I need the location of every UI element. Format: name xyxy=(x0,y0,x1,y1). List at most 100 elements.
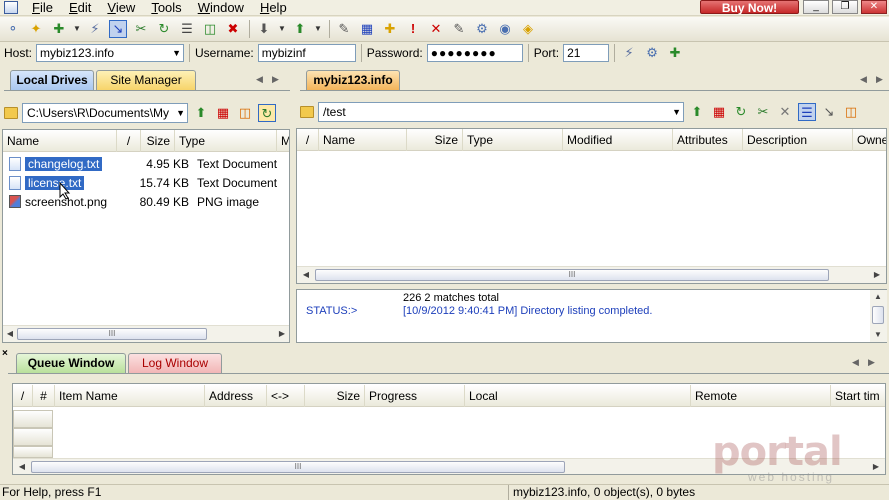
delete-icon[interactable]: ✕ xyxy=(427,20,445,38)
plug-icon[interactable]: ⚡ xyxy=(86,20,104,38)
menu-file[interactable]: File xyxy=(24,0,61,15)
col-type[interactable]: Type xyxy=(463,129,563,151)
edit-icon[interactable]: ✎ xyxy=(335,20,353,38)
menu-window[interactable]: Window xyxy=(190,0,252,15)
scroll-right-icon[interactable]: ▶ xyxy=(870,267,884,283)
scroll-left-icon[interactable]: ◀ xyxy=(299,267,313,283)
scroll-left-icon[interactable]: ◀ xyxy=(3,326,17,342)
scroll-left-icon[interactable]: ◀ xyxy=(15,459,29,474)
sync-icon[interactable]: ↻ xyxy=(258,104,276,122)
col-size[interactable]: Size xyxy=(305,385,365,407)
upload-icon[interactable]: ⬆ xyxy=(192,104,210,122)
connect-icon[interactable]: ⚬ xyxy=(4,20,22,38)
password-field[interactable]: ●●●●●●●● xyxy=(426,44,523,62)
tab-next-icon[interactable]: ▶ xyxy=(868,357,875,368)
remote-hscrollbar[interactable]: ◀ III ▶ xyxy=(297,266,886,283)
bookmark-icon[interactable]: ▦ xyxy=(214,104,232,122)
col-address[interactable]: Address xyxy=(205,385,267,407)
col-remote[interactable]: Remote xyxy=(691,385,831,407)
scroll-right-icon[interactable]: ▶ xyxy=(275,326,289,342)
close-window-button[interactable]: ✕ xyxy=(861,0,887,14)
upload-icon[interactable]: ⬆ xyxy=(291,20,309,38)
chevron-down-icon[interactable]: ▼ xyxy=(670,103,681,121)
port-field[interactable]: 21 xyxy=(563,44,610,62)
new-folder-icon[interactable]: ◫ xyxy=(236,104,254,122)
wizard-icon[interactable]: ✦ xyxy=(27,20,45,38)
stop-icon[interactable]: ✖ xyxy=(224,20,242,38)
properties-icon[interactable]: ☰ xyxy=(178,20,196,38)
refresh-icon[interactable]: ↻ xyxy=(732,103,750,121)
scroll-thumb[interactable]: III xyxy=(315,269,829,281)
tab-next-icon[interactable]: ▶ xyxy=(876,74,883,85)
col-sort[interactable]: / xyxy=(13,385,33,407)
local-hscrollbar[interactable]: ◀ III ▶ xyxy=(3,325,289,342)
tab-queue-window[interactable]: Queue Window xyxy=(16,353,126,373)
col-name[interactable]: Name xyxy=(319,129,407,151)
tab-site-manager[interactable]: Site Manager xyxy=(96,70,196,90)
username-field[interactable]: mybizinf xyxy=(257,44,356,62)
plug-icon[interactable]: ⚡ xyxy=(620,44,638,62)
upload-icon[interactable]: ⬆ xyxy=(688,103,706,121)
remote-path-combo[interactable]: /test ▼ xyxy=(318,102,684,122)
tab-prev-icon[interactable]: ◀ xyxy=(256,74,263,85)
settings-icon[interactable]: ⚙ xyxy=(473,20,491,38)
col-size[interactable]: Size xyxy=(407,129,463,151)
col-number[interactable]: # xyxy=(33,385,55,407)
col-sort[interactable]: / xyxy=(297,129,319,151)
menu-tools[interactable]: Tools xyxy=(143,0,189,15)
col-name[interactable]: Name xyxy=(3,130,117,152)
scroll-up-icon[interactable]: ▲ xyxy=(870,290,886,304)
scroll-down-icon[interactable]: ▼ xyxy=(870,328,886,342)
tab-next-icon[interactable]: ▶ xyxy=(272,74,279,85)
settings-icon[interactable]: ⚙ xyxy=(643,44,661,62)
scroll-thumb[interactable]: III xyxy=(31,461,565,473)
disconnect-icon[interactable]: ↘ xyxy=(820,103,838,121)
chevron-down-icon[interactable]: ▼ xyxy=(73,20,81,38)
tools-icon[interactable]: ✂ xyxy=(754,103,772,121)
chevron-down-icon[interactable]: ▼ xyxy=(172,45,181,61)
tab-remote-site[interactable]: mybiz123.info xyxy=(306,70,400,90)
new-site-icon[interactable]: ✚ xyxy=(381,20,399,38)
col-modified[interactable]: Modified xyxy=(563,129,673,151)
log-vscrollbar[interactable]: ▲ ▼ xyxy=(870,290,887,342)
tab-log-window[interactable]: Log Window xyxy=(128,353,222,373)
menu-edit[interactable]: Edit xyxy=(61,0,99,15)
scroll-thumb[interactable]: III xyxy=(17,328,207,340)
add-site-icon[interactable]: ✚ xyxy=(666,44,684,62)
menu-help[interactable]: Help xyxy=(252,0,295,15)
buy-now-button[interactable]: Buy Now! xyxy=(700,0,799,15)
tools-icon[interactable]: ✂ xyxy=(132,20,150,38)
view-icon[interactable]: ☰ xyxy=(798,103,816,121)
refresh-icon[interactable]: ↻ xyxy=(155,20,173,38)
tab-local-drives[interactable]: Local Drives xyxy=(10,70,94,90)
col-size[interactable]: Size xyxy=(141,130,175,152)
new-folder-icon[interactable]: ◫ xyxy=(842,103,860,121)
local-path-combo[interactable]: C:\Users\R\Documents\My ▼ xyxy=(22,103,188,123)
col-direction[interactable]: <-> xyxy=(267,385,305,407)
chevron-down-icon[interactable]: ▼ xyxy=(314,20,322,38)
col-attributes[interactable]: Attributes xyxy=(673,129,743,151)
col-owner[interactable]: Owne xyxy=(853,129,886,151)
file-row[interactable]: license.txt 15.74 KB Text Document 8/ xyxy=(3,173,289,192)
chevron-down-icon[interactable]: ▼ xyxy=(278,20,286,38)
col-local[interactable]: Local xyxy=(465,385,691,407)
col-modified[interactable]: M xyxy=(277,130,289,152)
chevron-down-icon[interactable]: ▼ xyxy=(174,104,185,122)
help-icon[interactable]: ◉ xyxy=(496,20,514,38)
scroll-thumb[interactable] xyxy=(872,306,884,324)
folder-icon[interactable]: ▦ xyxy=(358,20,376,38)
col-description[interactable]: Description xyxy=(743,129,853,151)
edit-icon[interactable]: ✎ xyxy=(450,20,468,38)
scroll-right-icon[interactable]: ▶ xyxy=(869,459,883,474)
host-combo[interactable]: mybiz123.info ▼ xyxy=(36,44,185,62)
disconnect-icon[interactable]: ↘ xyxy=(109,20,127,38)
col-item-name[interactable]: Item Name xyxy=(55,385,205,407)
col-sort[interactable]: / xyxy=(117,130,141,152)
new-site-icon[interactable]: ✚ xyxy=(50,20,68,38)
shield-icon[interactable]: ◈ xyxy=(519,20,537,38)
delete-icon[interactable]: ✕ xyxy=(776,103,794,121)
menu-view[interactable]: View xyxy=(99,0,143,15)
file-row[interactable]: screenshot.png 80.49 KB PNG image 5/ xyxy=(3,192,289,211)
restore-button[interactable]: ❐ xyxy=(832,0,858,14)
tab-prev-icon[interactable]: ◀ xyxy=(860,74,867,85)
